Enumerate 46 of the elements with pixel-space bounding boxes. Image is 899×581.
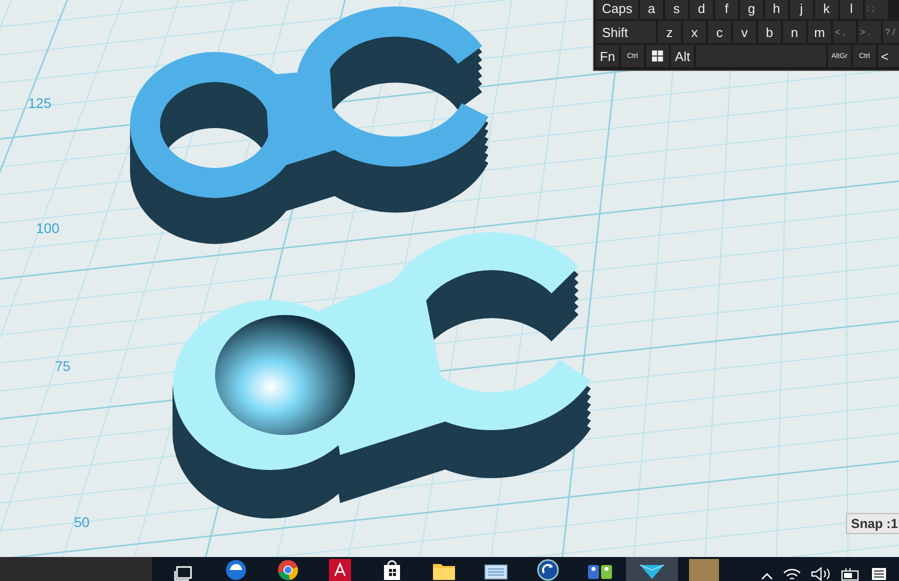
pdf-app-icon <box>329 559 351 581</box>
keyboard-key[interactable]: f <box>715 0 738 19</box>
keyboard-key[interactable]: Caps <box>596 0 638 19</box>
axis-label: 75 <box>55 358 71 374</box>
keyboard-key[interactable]: l <box>840 0 863 19</box>
browser-icon <box>277 559 299 581</box>
ring-model-drawing[interactable] <box>130 6 488 244</box>
ring-model-drawing[interactable] <box>172 232 590 518</box>
keyboard-key[interactable]: m <box>808 21 831 43</box>
keyboard-key[interactable]: n <box>783 21 806 43</box>
folder-icon <box>432 561 456 581</box>
chevron-up-icon[interactable] <box>761 571 773 581</box>
task-view-icon <box>174 565 194 581</box>
photo-placeholder <box>689 559 719 581</box>
keyboard-key[interactable]: Shift <box>596 21 656 43</box>
keyboard-key[interactable]: ? / <box>883 21 899 43</box>
keyboard-key[interactable]: c <box>708 21 731 43</box>
windows-key[interactable] <box>646 45 669 67</box>
keyboard-key[interactable]: : ; <box>865 0 888 19</box>
keyboard-key[interactable]: k <box>815 0 838 19</box>
windows-logo-icon <box>652 50 663 62</box>
shopping-bag-icon <box>381 559 403 581</box>
keyboard-key[interactable]: b <box>758 21 781 43</box>
volume-icon[interactable] <box>811 567 831 581</box>
keyboard-key[interactable]: j <box>790 0 813 19</box>
axis-label: 125 <box>28 95 52 111</box>
axis-label: 50 <box>74 514 90 530</box>
keyboard-key[interactable]: > . <box>858 21 881 43</box>
keyboard-key[interactable]: Alt <box>671 45 694 67</box>
axis-label: 100 <box>36 220 60 236</box>
keyboard-key[interactable]: < <box>878 45 899 67</box>
battery-icon[interactable] <box>841 567 861 581</box>
notification-icon[interactable] <box>871 567 887 581</box>
browser-icon <box>225 559 247 581</box>
keyboard-key[interactable]: Fn <box>596 45 619 67</box>
keyboard-key[interactable]: h <box>765 0 788 19</box>
keyboard-key[interactable]: s <box>665 0 688 19</box>
keyboard-key[interactable]: < , <box>833 21 856 43</box>
keyboard-key[interactable]: g <box>740 0 763 19</box>
keyboard-key[interactable]: d <box>690 0 713 19</box>
snap-label: Snap :1 <box>846 513 899 534</box>
keyboard-key[interactable]: z <box>658 21 681 43</box>
wifi-icon[interactable] <box>783 567 801 581</box>
keyboard-key[interactable]: a <box>640 0 663 19</box>
keyboard-key[interactable]: v <box>733 21 756 43</box>
keyboard-key[interactable]: x <box>683 21 706 43</box>
